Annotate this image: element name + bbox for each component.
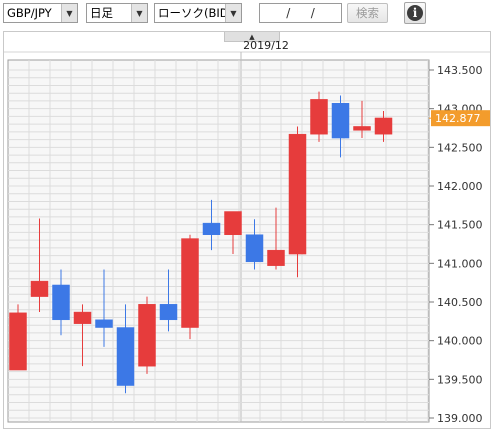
y-tick-label: 142.000 xyxy=(437,180,483,193)
date-input[interactable]: / / xyxy=(259,3,342,23)
y-tick-label: 143.500 xyxy=(437,64,483,77)
y-tick-label: 140.500 xyxy=(437,296,483,309)
chevron-down-icon[interactable]: ▼ xyxy=(131,4,147,22)
chart-panel: ▲ 2019/12 143.500 143.000 142.500 142.000 141… xyxy=(3,31,491,429)
chart-type-value: ローソク(BID) xyxy=(158,6,234,20)
candle-bearish xyxy=(202,222,221,235)
candle-bullish xyxy=(374,117,393,135)
candlestick-chart: 2019/12143.500143.000142.500142.000141.5… xyxy=(4,39,490,425)
y-tick-label: 140.000 xyxy=(437,335,483,348)
current-price-label: 142.877 xyxy=(435,112,481,125)
period-value: 日足 xyxy=(90,6,113,20)
currency-pair-select[interactable]: GBP/JPY ▼ xyxy=(3,3,78,23)
chevron-down-icon[interactable]: ▼ xyxy=(225,4,241,22)
candle-bullish xyxy=(9,312,27,371)
chevron-down-icon[interactable]: ▼ xyxy=(61,4,77,22)
toolbar: GBP/JPY ▼ 日足 ▼ ローソク(BID) ▼ / / 検索 i xyxy=(0,0,494,31)
candle-bearish xyxy=(52,284,70,321)
candle-bullish xyxy=(138,304,156,367)
chart-type-select[interactable]: ローソク(BID) ▼ xyxy=(154,3,242,23)
candle-bullish xyxy=(288,133,307,255)
candle-bullish xyxy=(267,249,285,266)
candle-bullish xyxy=(353,126,371,131)
candle-bullish xyxy=(30,280,49,297)
info-icon: i xyxy=(407,5,423,21)
candle-bearish xyxy=(95,319,113,328)
y-tick-label: 141.000 xyxy=(437,257,483,270)
info-button[interactable]: i xyxy=(404,2,426,24)
currency-pair-value: GBP/JPY xyxy=(7,6,52,20)
candle-bearish xyxy=(331,103,350,139)
candle-bearish xyxy=(159,304,178,321)
candle-bearish xyxy=(245,234,264,263)
search-button[interactable]: 検索 xyxy=(347,3,388,23)
month-label: 2019/12 xyxy=(243,39,289,52)
candle-bullish xyxy=(73,311,92,324)
y-tick-label: 139.500 xyxy=(437,373,483,386)
y-tick-label: 139.000 xyxy=(437,412,483,425)
date-separator: / xyxy=(286,6,291,20)
candle-bullish xyxy=(310,99,328,135)
y-tick-label: 142.500 xyxy=(437,141,483,154)
period-select[interactable]: 日足 ▼ xyxy=(86,3,148,23)
y-tick-label: 141.500 xyxy=(437,219,483,232)
candle-bullish xyxy=(181,238,199,328)
candle-bullish xyxy=(224,211,242,235)
candle-bearish xyxy=(116,327,135,386)
date-separator: / xyxy=(310,6,315,20)
